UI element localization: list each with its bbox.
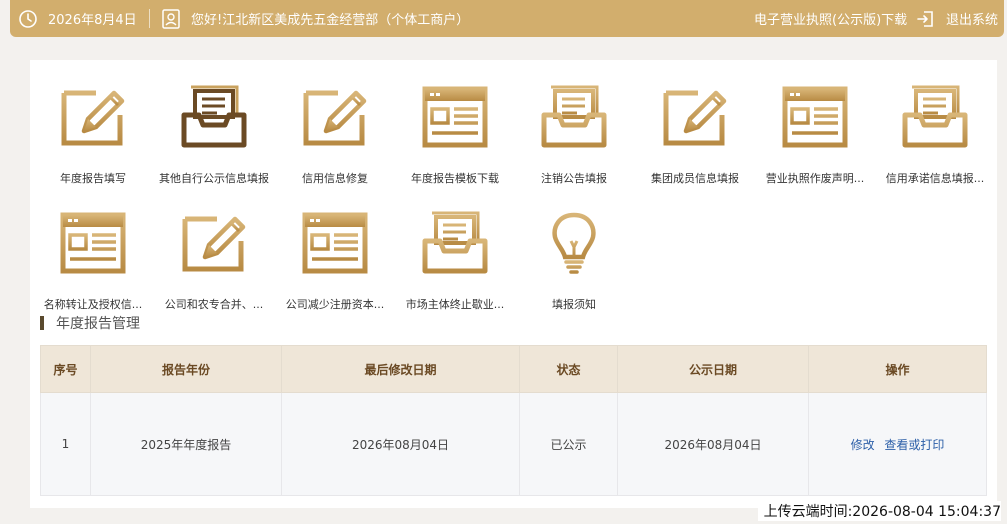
tile-cancellation-notice[interactable]: 注销公告填报 [514,85,634,205]
tile-group-member[interactable]: 集团成员信息填报 [635,85,755,205]
edit-link[interactable]: 修改 [851,438,875,452]
tile-other-public-info[interactable]: 其他自行公示信息填报 [154,85,274,205]
tile-label: 集团成员信息填报 [651,172,739,185]
tile-credit-commitment[interactable]: 信用承诺信息填报... [875,85,995,205]
pencil-doc-icon [302,85,368,149]
section-title-text: 年度报告管理 [56,316,140,332]
tile-capital-reduction[interactable]: 公司减少注册资本... [275,211,395,331]
cell-index: 1 [40,392,91,496]
col-header-publish-date: 公示日期 [617,345,809,393]
tile-label: 填报须知 [552,298,596,311]
form-template-icon [782,85,848,149]
section-title: 年度报告管理 [40,313,140,333]
license-download-link[interactable]: 电子营业执照(公示版)下载 [754,0,907,37]
tile-label: 营业执照作废声明... [765,172,865,185]
form-template-icon [422,85,488,149]
tile-label: 年度报告模板下载 [411,172,499,185]
col-header-modified: 最后修改日期 [281,345,520,393]
greeting-text: 您好!江北新区美成先五金经营部（个体工商户） [191,13,470,28]
table-header-row: 序号 报告年份 最后修改日期 状态 公示日期 操作 [40,345,987,393]
tile-annual-report-fill[interactable]: 年度报告填写 [33,85,153,205]
top-bar: 2026年8月4日 您好!江北新区美成先五金经营部（个体工商户） 电子营业执照(… [10,0,1004,37]
divider [149,9,150,28]
tile-label: 年度报告填写 [60,172,126,185]
cell-status: 已公示 [519,392,618,496]
cell-modified: 2026年08月04日 [281,392,520,496]
annual-report-table: 序号 报告年份 最后修改日期 状态 公示日期 操作 1 2025年年度报告 20… [40,345,987,496]
table-row: 1 2025年年度报告 2026年08月04日 已公示 2026年08月04日 … [40,392,987,496]
logout-button[interactable]: 退出系统 [946,0,998,37]
view-print-link[interactable]: 查看或打印 [884,438,944,452]
lightbulb-icon [541,211,607,275]
section-marker [40,316,44,330]
col-header-year: 报告年份 [90,345,282,393]
inbox-tray-icon [541,85,607,149]
tile-label: 市场主体终止歇业... [405,298,505,311]
tile-template-download[interactable]: 年度报告模板下载 [395,85,515,205]
col-header-status: 状态 [519,345,618,393]
current-date: 2026年8月4日 [48,13,137,28]
tile-license-void[interactable]: 营业执照作废声明... [755,85,875,205]
inbox-tray-icon [422,211,488,275]
cell-publish-date: 2026年08月04日 [617,392,809,496]
tile-label: 信用承诺信息填报... [885,172,985,185]
upload-time: 上传云端时间:2026-08-04 15:04:37 [757,501,1001,521]
tile-label: 注销公告填报 [541,172,607,185]
inbox-tray-icon [181,85,247,149]
clock-icon [19,10,37,28]
tile-label: 信用信息修复 [302,172,368,185]
tile-filing-notice[interactable]: 填报须知 [514,211,634,331]
tile-label: 其他自行公示信息填报 [159,172,269,185]
main-panel: 年度报告填写 其他自行公示信息填报 信用信息修复 年度报告模板下载 注销公告填报… [30,60,997,508]
form-template-icon [302,211,368,275]
logout-icon[interactable] [916,9,936,29]
cell-year: 2025年年度报告 [90,392,282,496]
pencil-doc-icon [662,85,728,149]
tile-label: 公司减少注册资本... [285,298,385,311]
tile-business-suspension[interactable]: 市场主体终止歇业... [395,211,515,331]
tile-credit-repair[interactable]: 信用信息修复 [275,85,395,205]
pencil-doc-icon [181,211,247,275]
tile-company-merger[interactable]: 公司和农专合并、... [154,211,274,331]
tile-label: 名称转让及授权信... [43,298,143,311]
user-icon [162,9,180,29]
form-template-icon [60,211,126,275]
inbox-tray-icon [902,85,968,149]
tile-label: 公司和农专合并、... [164,298,264,311]
col-header-index: 序号 [40,345,91,393]
cell-actions: 修改 查看或打印 [808,392,987,496]
col-header-actions: 操作 [808,345,987,393]
pencil-doc-icon [60,85,126,149]
